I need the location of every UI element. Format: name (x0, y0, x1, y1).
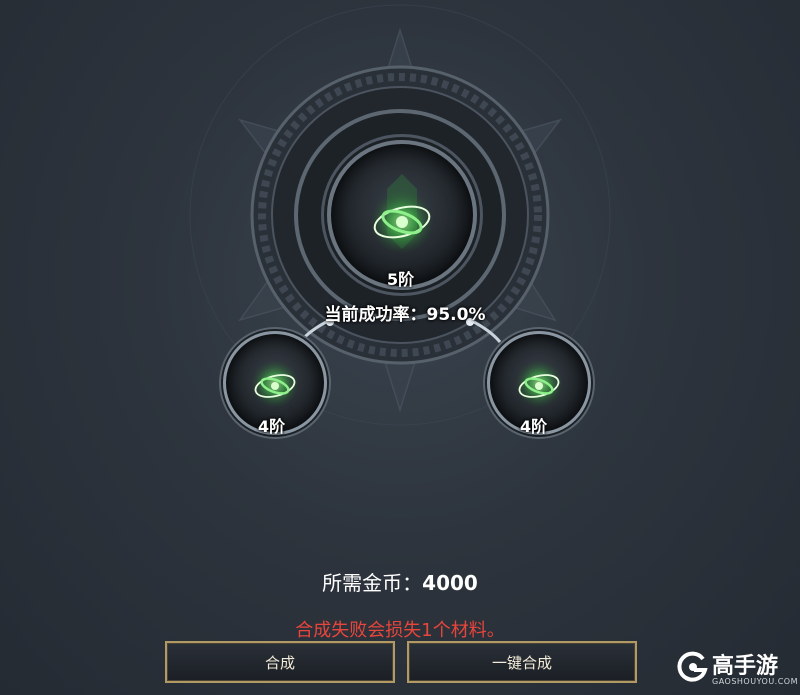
watermark-logo: 高手游 GAOSHOUYOU.COM (676, 646, 800, 695)
gaoshouyou-logo-icon (677, 651, 708, 682)
gold-cost: 所需金币：4000 (0, 567, 800, 596)
green-vortex-icon (370, 174, 434, 254)
compose-all-button[interactable]: 一键合成 (407, 641, 637, 683)
success-rate-label: 当前成功率： (324, 305, 427, 325)
success-rate-text: 当前成功率：95.0% (300, 300, 510, 325)
success-rate-value: 95.0% (426, 305, 486, 325)
result-tier-label: 5阶 (387, 270, 415, 289)
material-right-tier-label: 4阶 (520, 417, 548, 436)
failure-warning: 合成失败会损失1个材料。 (295, 620, 505, 641)
synthesis-screen: 5阶 当前成功率：95.0% 4阶 4阶 所需金币：4000 合成失败会损失1个… (0, 0, 800, 695)
material-left-tier-label: 4阶 (258, 417, 286, 436)
gold-cost-value: 4000 (422, 571, 478, 595)
watermark-brand: 高手游 (712, 654, 779, 679)
compose-button[interactable]: 合成 (165, 641, 395, 683)
gold-cost-label: 所需金币： (322, 571, 423, 595)
watermark-domain: GAOSHOUYOU.COM (712, 677, 799, 686)
